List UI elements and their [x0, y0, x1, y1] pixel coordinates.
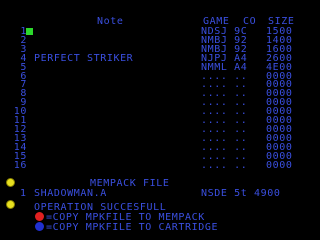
b-button-icon — [35, 212, 44, 221]
size-column-header: SIZE — [268, 16, 295, 27]
game-code: .... .. — [201, 159, 248, 171]
co-column-header: CO — [243, 16, 257, 27]
note-name: PERFECT STRIKER — [34, 52, 134, 64]
note-number: 16 — [13, 159, 27, 171]
mempack-file-index: 1 — [20, 188, 27, 199]
joystick-icon — [6, 178, 15, 187]
a-button-icon — [35, 222, 44, 231]
note-column-header: Note — [97, 16, 124, 27]
mempack-file-info: NSDE 5t 4900 — [201, 188, 281, 199]
status-message: OPERATION SUCCESFULL — [34, 202, 167, 213]
copy-to-mempack-action[interactable]: =COPY MPKFILE TO MEMPACK — [46, 213, 205, 223]
mempack-file-name[interactable]: SHADOWMAN.A — [34, 189, 107, 199]
mempack-manager-screen: Note GAME CO SIZE 1 NDSJ 9C 1500 2 NMBJ 92 14… — [0, 0, 320, 240]
game-column-header: GAME — [203, 16, 230, 27]
joystick-icon — [6, 200, 15, 209]
copy-to-cartridge-action[interactable]: =COPY MPKFILE TO CARTRIDGE — [46, 223, 218, 233]
note-row[interactable]: 16 .... .. 0000 — [0, 159, 320, 171]
mempack-file-title: MEMPACK FILE — [90, 178, 170, 189]
note-size: 0000 — [266, 159, 293, 171]
